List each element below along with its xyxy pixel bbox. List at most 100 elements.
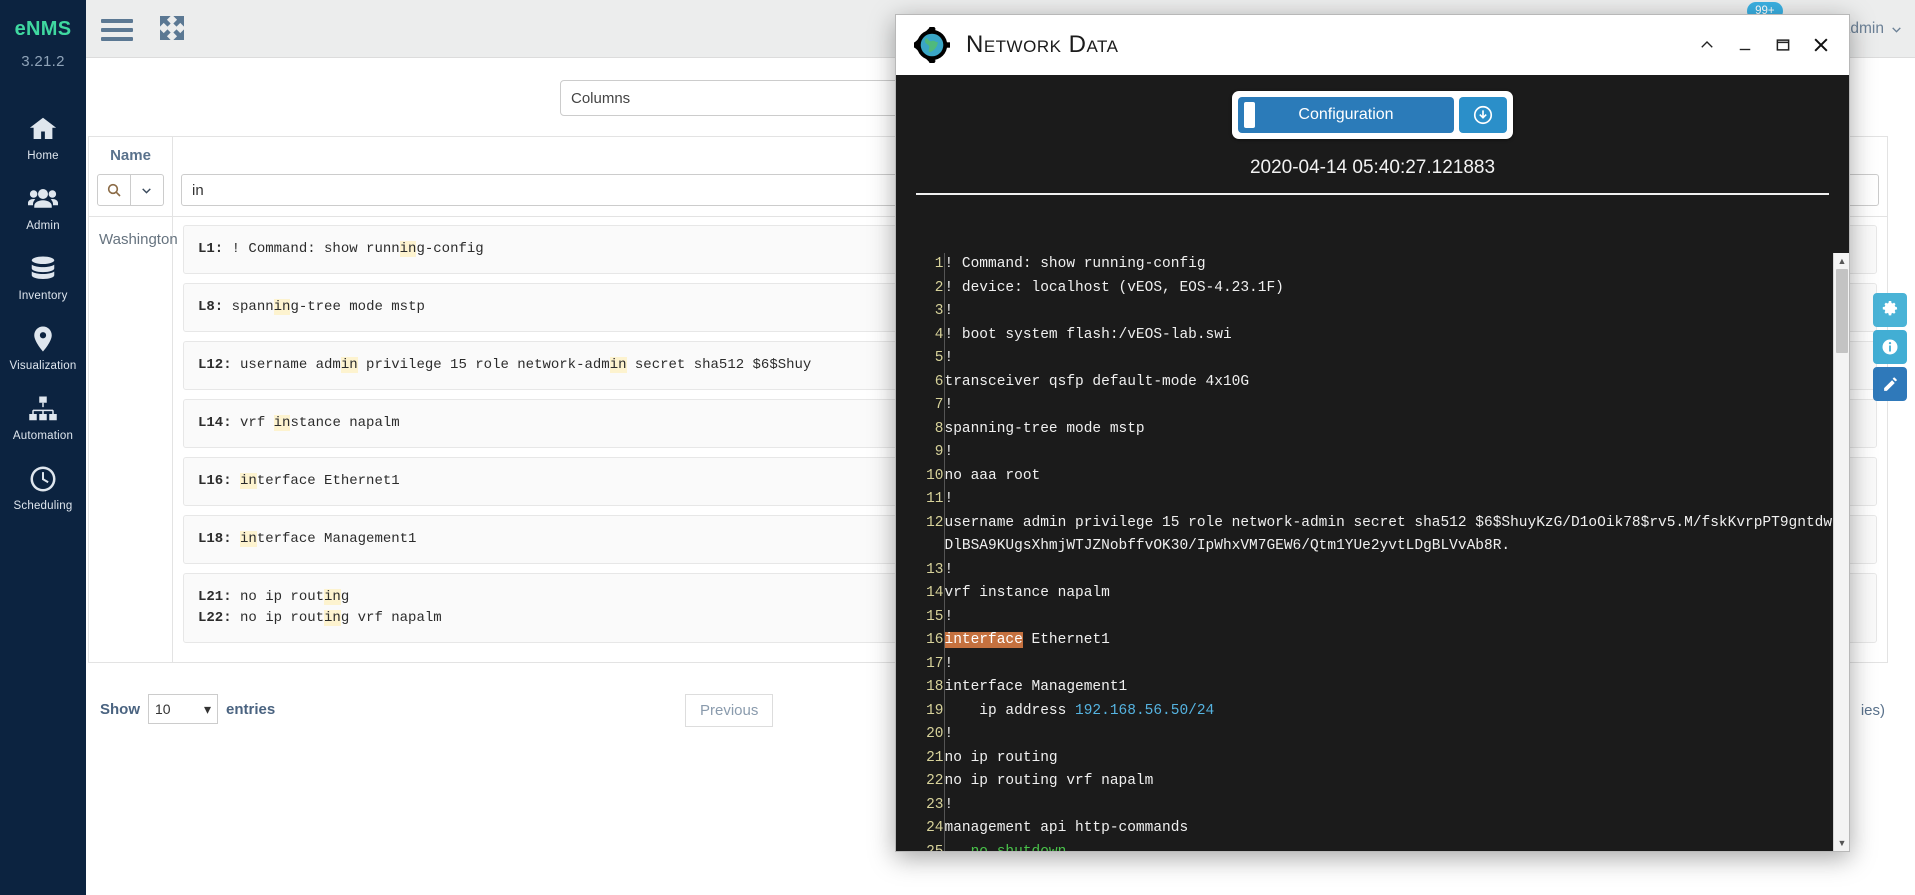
chevron-down-icon[interactable] — [130, 174, 164, 206]
code-line: ! — [944, 655, 954, 672]
dialog-title-bar[interactable]: Network Data — [896, 15, 1849, 75]
network-data-dialog: Network Data Configuration 2020-04-14 05… — [895, 14, 1850, 852]
minimize-icon[interactable] — [1735, 35, 1755, 55]
sidebar-item-visualization[interactable]: Visualization — [0, 312, 86, 382]
expand-arrows-icon[interactable] — [156, 12, 188, 49]
show-label: Show — [100, 700, 140, 718]
line-number: 14 — [926, 585, 944, 601]
line-number: 18 — [926, 679, 944, 695]
code-line: username admin privilege 15 role network… — [944, 514, 1833, 555]
timestamp-label: 2020-04-14 05:40:27.121883 — [1249, 157, 1496, 178]
cell-device-name: Washington — [88, 216, 178, 663]
filter-cell-name — [88, 168, 173, 217]
tab-group: Configuration — [1232, 91, 1513, 139]
info-icon[interactable] — [1873, 330, 1907, 364]
line-number: 1 — [934, 256, 944, 272]
code-line: ! — [944, 397, 954, 413]
home-icon — [28, 114, 58, 144]
line-number: 2 — [934, 279, 944, 296]
search-icon[interactable] — [97, 174, 131, 206]
line-number: 22 — [926, 773, 944, 789]
line-number: 17 — [926, 655, 944, 672]
line-number: 11 — [926, 491, 944, 507]
code-line: interface Ethernet1 — [944, 632, 1110, 648]
sidebar-item-label: Visualization — [9, 360, 77, 372]
scrollbar-thumb[interactable] — [1836, 269, 1848, 353]
code-line: ! — [944, 444, 954, 460]
dialog-title: Network Data — [966, 31, 1119, 58]
line-number: 23 — [926, 796, 944, 813]
pagination: Previous — [685, 694, 774, 727]
code-line: ! — [944, 303, 954, 319]
code-line: spanning-tree mode mstp — [944, 420, 1145, 437]
code-line: ip address 192.168.56.50/24 — [944, 702, 1215, 719]
sidebar-item-label: Automation — [12, 430, 74, 442]
line-number: 7 — [934, 397, 944, 413]
code-line: ! device: localhost (vEOS, EOS-4.23.1F) — [944, 279, 1284, 296]
line-number: 12 — [926, 514, 944, 531]
line-number: 4 — [934, 326, 944, 343]
code-line: ! boot system flash:/vEOS-lab.swi — [944, 326, 1232, 343]
database-icon — [28, 254, 58, 284]
tab-bar: Configuration — [896, 75, 1849, 139]
column-header-name[interactable]: Name — [88, 136, 173, 168]
code-scrollbar[interactable]: ▲ ▼ — [1833, 253, 1849, 851]
edit-icon[interactable] — [1873, 367, 1907, 401]
line-number: 20 — [926, 726, 944, 742]
code-line: ! — [944, 561, 954, 578]
tab-configuration[interactable]: Configuration — [1238, 97, 1454, 133]
sidebar-item-scheduling[interactable]: Scheduling — [0, 452, 86, 522]
code-table: 1234567891011121314151617181920212223242… — [896, 253, 1833, 851]
action-rail — [1873, 293, 1909, 404]
sidebar-item-inventory[interactable]: Inventory — [0, 242, 86, 312]
code-line: ! — [944, 796, 954, 813]
version-label: 3.21.2 — [21, 53, 65, 70]
code-line: ! — [944, 726, 954, 742]
maximize-icon[interactable] — [1773, 35, 1793, 55]
close-icon[interactable] — [1811, 35, 1831, 55]
code-line: no shutdown — [945, 841, 1834, 852]
sitemap-icon — [28, 394, 58, 424]
code-line: no aaa root — [944, 467, 1041, 484]
line-number: 25 — [896, 841, 943, 852]
chevron-up-icon[interactable] — [1697, 35, 1717, 55]
window-controls — [1697, 35, 1839, 55]
sidebar-item-label: Admin — [26, 220, 60, 232]
download-circle-icon[interactable] — [1458, 97, 1507, 133]
code-line: no ip routing — [944, 749, 1058, 766]
code-line: management api http-commands — [944, 820, 1189, 836]
code-line: ! Command: show running-config — [944, 256, 1206, 272]
previous-page-button[interactable]: Previous — [685, 694, 774, 727]
sidebar-item-label: Home — [27, 150, 59, 162]
brand-logo: eNMS — [14, 18, 72, 40]
entries-per-page-select[interactable]: 10 ▾ — [148, 694, 218, 724]
chevron-down-icon: ▾ — [203, 700, 211, 717]
divider — [916, 193, 1829, 195]
device-name-label: Washington — [99, 231, 178, 248]
line-number: 6 — [934, 373, 944, 390]
sidebar-item-automation[interactable]: Automation — [0, 382, 86, 452]
application-root: eNMS 3.21.2 Home Admin Inventory Visuali… — [0, 0, 1915, 895]
sidebar-item-label: Inventory — [18, 290, 68, 302]
code-line: interface Management1 — [944, 679, 1128, 695]
chevron-down-icon — [1892, 26, 1901, 33]
sidebar-item-home[interactable]: Home — [0, 102, 86, 172]
scroll-down-icon[interactable]: ▼ — [1834, 835, 1849, 851]
code-line: ! — [944, 608, 954, 625]
sidebar-item-admin[interactable]: Admin — [0, 172, 86, 242]
code-viewer[interactable]: 1234567891011121314151617181920212223242… — [896, 253, 1833, 851]
code-content: ! Command: show running-config ! device: … — [944, 253, 1833, 851]
code-line: vrf instance napalm — [944, 585, 1110, 601]
line-number: 24 — [926, 820, 944, 836]
gear-icon[interactable] — [1873, 293, 1907, 327]
hamburger-icon[interactable] — [101, 14, 133, 46]
code-line: ! — [944, 350, 954, 366]
line-number: 10 — [926, 467, 944, 484]
line-number: 5 — [934, 350, 944, 366]
scroll-up-icon[interactable]: ▲ — [1834, 253, 1849, 269]
line-number: 8 — [934, 420, 944, 437]
dialog-body: Configuration 2020-04-14 05:40:27.121883… — [896, 75, 1849, 851]
line-number: 19 — [926, 702, 944, 719]
line-number: 16 — [926, 632, 944, 648]
line-number: 3 — [934, 303, 944, 319]
